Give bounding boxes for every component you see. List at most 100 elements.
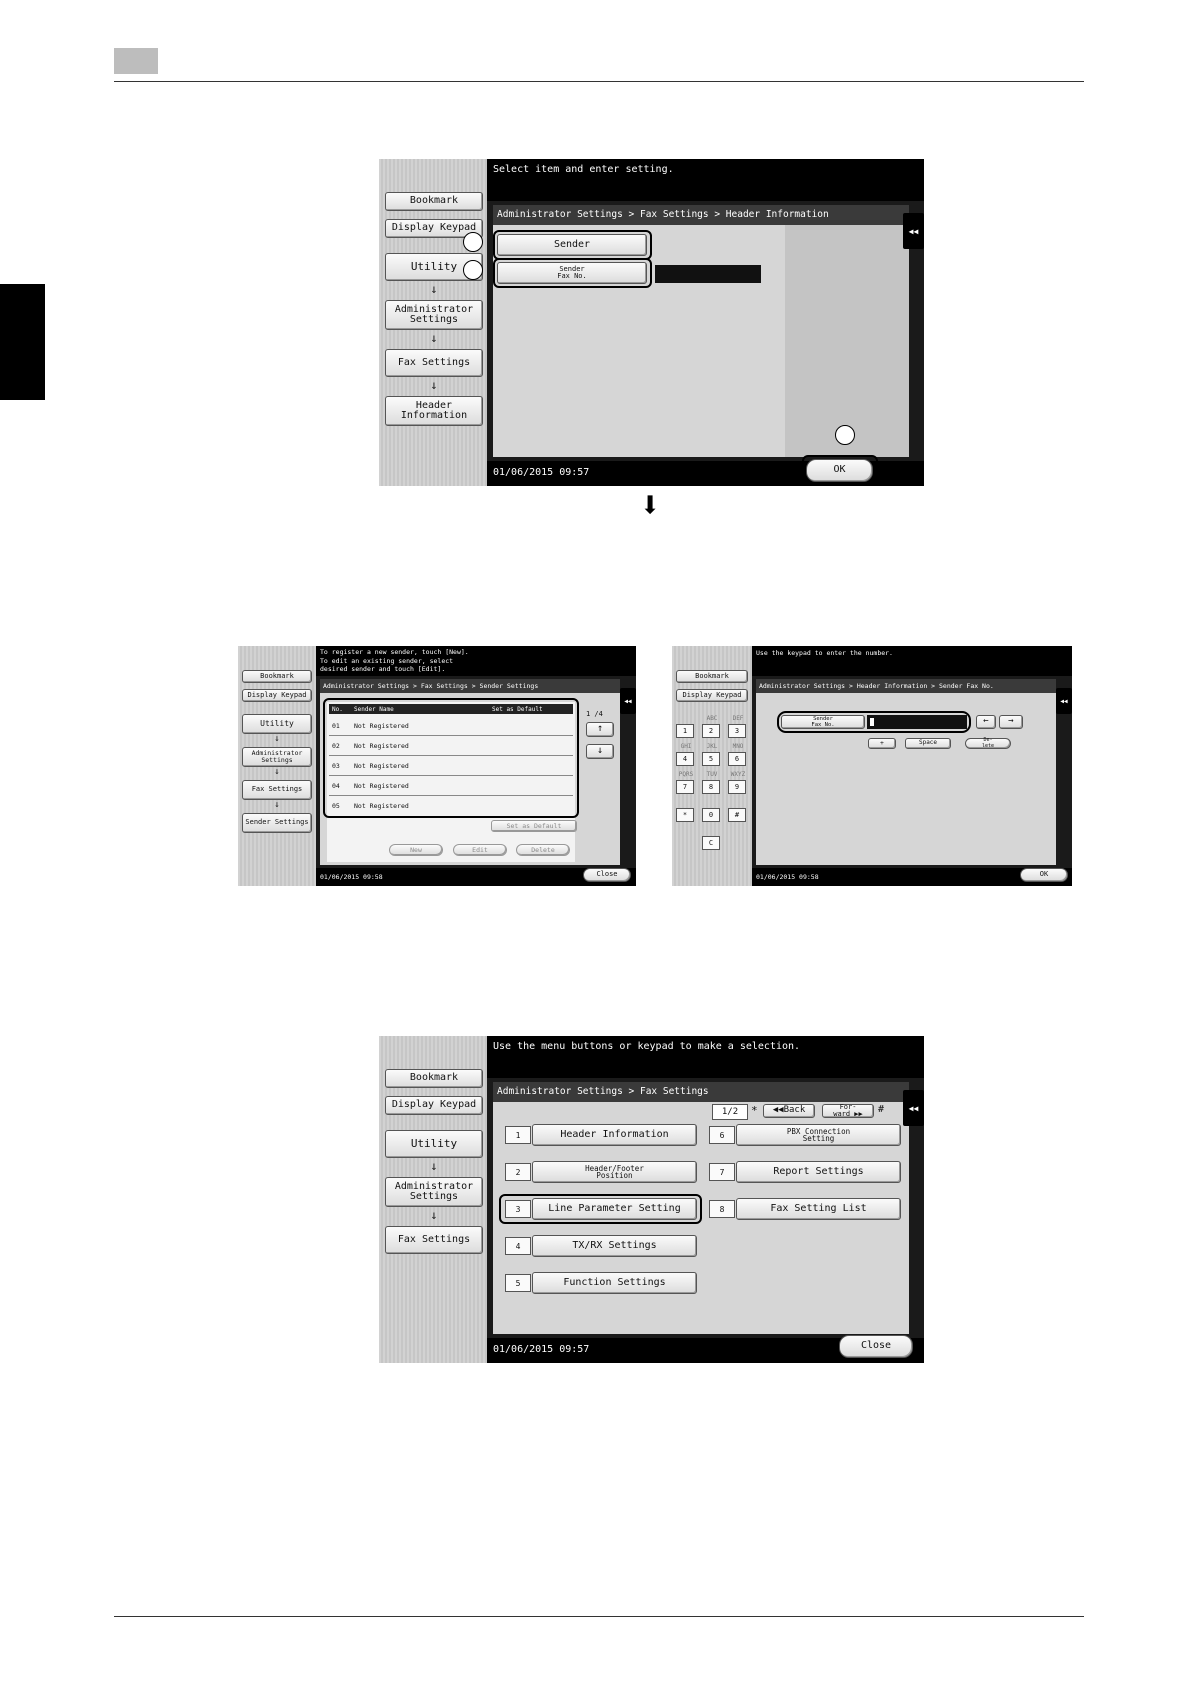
function-settings-button[interactable]: Function Settings: [532, 1272, 697, 1294]
display-keypad-button[interactable]: Display Keypad: [242, 689, 312, 702]
star-key-hint: *: [751, 1104, 758, 1117]
instruction-text: Use the keypad to enter the number.: [756, 649, 893, 657]
message-bar: Select item and enter setting.: [487, 159, 924, 201]
display-keypad-button[interactable]: Display Keypad: [385, 1096, 483, 1115]
set-as-default-button[interactable]: Set as Default: [491, 820, 577, 832]
bookmark-button[interactable]: Bookmark: [385, 192, 483, 211]
plus-button[interactable]: +: [868, 738, 896, 749]
highlight-ok: [802, 455, 878, 486]
highlight-line-parameter-setting: [499, 1194, 702, 1224]
down-arrow-icon: ↓: [430, 1208, 438, 1222]
header-rule: [114, 81, 1084, 82]
sidebar-item-fax-settings[interactable]: Fax Settings: [385, 349, 483, 377]
page-indicator: 1 /4: [586, 710, 603, 718]
collapse-icon[interactable]: ◀◀: [903, 1090, 924, 1126]
down-arrow-icon: ↓: [430, 331, 438, 345]
instruction-text: To register a new sender, touch [New]. T…: [320, 648, 469, 673]
key-hash[interactable]: #: [728, 808, 746, 822]
sidebar-item-header-information[interactable]: Header Information: [385, 396, 483, 426]
menu-number-6: 6: [709, 1126, 735, 1144]
sidebar-item-fax-settings[interactable]: Fax Settings: [385, 1226, 483, 1254]
edit-button[interactable]: Edit: [453, 844, 507, 856]
sidebar-item-sender-settings[interactable]: Sender Settings: [242, 813, 312, 833]
collapse-icon[interactable]: ◀◀: [1056, 688, 1072, 714]
down-arrow-icon: ↓: [430, 282, 438, 296]
highlight-sender-list: [323, 698, 579, 818]
breadcrumb: Administrator Settings > Fax Settings: [493, 1082, 909, 1102]
report-settings-button[interactable]: Report Settings: [736, 1161, 901, 1183]
key-4[interactable]: 4: [676, 752, 694, 766]
cursor-left-button[interactable]: ←: [976, 715, 996, 729]
delete-button[interactable]: De- lete: [965, 737, 1011, 749]
breadcrumb: Administrator Settings > Fax Settings > …: [320, 679, 620, 693]
menu-number-2: 2: [505, 1163, 531, 1181]
screen-fax-settings: Bookmark Display Keypad Utility ↓ Admini…: [379, 1036, 924, 1363]
datetime: 01/06/2015 09:58: [320, 873, 383, 881]
key-star[interactable]: *: [676, 808, 694, 822]
ok-button[interactable]: OK: [1020, 868, 1068, 882]
sidebar-item-utility[interactable]: Utility: [385, 1130, 483, 1158]
key-8[interactable]: 8: [702, 780, 720, 794]
flow-down-arrow-icon: ⬇: [639, 485, 661, 526]
scroll-up-button[interactable]: ↑: [586, 722, 614, 737]
close-button[interactable]: Close: [583, 868, 631, 882]
close-button[interactable]: Close: [839, 1335, 913, 1358]
new-button[interactable]: New: [389, 844, 443, 856]
key-7[interactable]: 7: [676, 780, 694, 794]
bookmark-button[interactable]: Bookmark: [676, 670, 748, 683]
sidebar-item-administrator-settings[interactable]: Administrator Settings: [242, 747, 312, 767]
sidebar-item-administrator-settings[interactable]: Administrator Settings: [385, 300, 483, 330]
menu-number-8: 8: [709, 1200, 735, 1218]
page-indicator: 1/2: [712, 1104, 748, 1120]
fax-setting-list-button[interactable]: Fax Setting List: [736, 1198, 901, 1220]
key-0[interactable]: 0: [702, 808, 720, 822]
screen-header-information: Bookmark Display Keypad Utility ↓ Admini…: [379, 159, 924, 486]
key-letters-mno: MNO: [732, 743, 744, 750]
down-arrow-icon: ↓: [274, 734, 280, 744]
bookmark-button[interactable]: Bookmark: [385, 1069, 483, 1088]
breadcrumb: Administrator Settings > Header Informat…: [756, 679, 1056, 693]
menu-number-1: 1: [505, 1126, 531, 1144]
pbx-connection-setting-button[interactable]: PBX Connection Setting: [736, 1124, 901, 1146]
collapse-icon[interactable]: ◀◀: [620, 688, 636, 714]
tx-rx-settings-button[interactable]: TX/RX Settings: [532, 1235, 697, 1257]
message-bar: Use the keypad to enter the number.: [752, 646, 1072, 676]
key-letters-abc: ABC: [706, 715, 718, 722]
scroll-down-button[interactable]: ↓: [586, 744, 614, 759]
menu-number-7: 7: [709, 1163, 735, 1181]
sidebar-item-fax-settings[interactable]: Fax Settings: [242, 780, 312, 800]
key-9[interactable]: 9: [728, 780, 746, 794]
space-button[interactable]: Space: [905, 738, 951, 749]
footer-rule: [114, 1616, 1084, 1617]
menu-number-4: 4: [505, 1237, 531, 1255]
chapter-marker: [114, 48, 158, 74]
forward-button[interactable]: For- ward ▶▶: [822, 1104, 874, 1118]
side-chapter-tab: [0, 284, 45, 400]
key-3[interactable]: 3: [728, 724, 746, 738]
screen-sender-settings: Bookmark Display Keypad Utility ↓ Admini…: [238, 646, 636, 886]
highlight-sender: [493, 230, 652, 260]
highlight-fax-field: [777, 711, 971, 733]
cursor-right-button[interactable]: →: [999, 715, 1023, 729]
sidebar-item-utility[interactable]: Utility: [242, 714, 312, 734]
callout-circle: [463, 232, 483, 252]
sidebar-item-administrator-settings[interactable]: Administrator Settings: [385, 1177, 483, 1207]
collapse-icon[interactable]: ◀◀: [903, 213, 924, 249]
key-clear[interactable]: C: [702, 836, 720, 850]
header-information-button[interactable]: Header Information: [532, 1124, 697, 1146]
header-footer-position-button[interactable]: Header/Footer Position: [532, 1161, 697, 1183]
back-button[interactable]: ◀◀Back: [763, 1104, 815, 1118]
delete-button[interactable]: Delete: [516, 844, 570, 856]
key-1[interactable]: 1: [676, 724, 694, 738]
key-5[interactable]: 5: [702, 752, 720, 766]
datetime: 01/06/2015 09:57: [493, 467, 590, 478]
screen-sender-fax-no: Bookmark Display Keypad ABC DEF 1 2 3 GH…: [672, 646, 1072, 886]
message-bar: Use the menu buttons or keypad to make a…: [487, 1036, 924, 1078]
datetime: 01/06/2015 09:57: [493, 1344, 590, 1355]
key-6[interactable]: 6: [728, 752, 746, 766]
display-keypad-button[interactable]: Display Keypad: [676, 689, 748, 702]
breadcrumb: Administrator Settings > Fax Settings > …: [493, 205, 909, 225]
menu-number-5: 5: [505, 1274, 531, 1292]
key-2[interactable]: 2: [702, 724, 720, 738]
bookmark-button[interactable]: Bookmark: [242, 670, 312, 683]
